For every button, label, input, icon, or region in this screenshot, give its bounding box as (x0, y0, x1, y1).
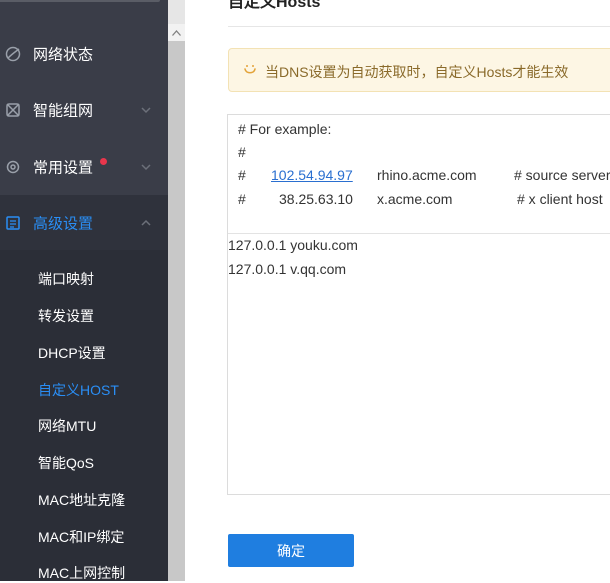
title-divider (228, 26, 610, 27)
example-line: # (238, 144, 246, 160)
chevron-down-icon (141, 164, 151, 171)
example-hash: # (238, 191, 246, 207)
example-comment: # source server (514, 167, 610, 183)
submenu-item-custom-host[interactable]: 自定义HOST (38, 380, 119, 400)
hosts-entry: 127.0.0.1 youku.com (228, 237, 358, 253)
notification-dot (100, 158, 107, 165)
triangle-up-icon (172, 29, 181, 36)
example-line: # For example: (238, 121, 332, 137)
advanced-submenu: 端口映射 转发设置 DHCP设置 自定义HOST 网络MTU 智能QoS MAC… (0, 250, 168, 581)
gear-icon (6, 160, 20, 174)
mesh-icon (6, 103, 20, 117)
menu-item-advanced-settings[interactable]: 高级设置 (0, 195, 168, 251)
globe-icon (5, 46, 21, 62)
example-hash: # (238, 167, 246, 183)
submenu-item-mtu[interactable]: 网络MTU (38, 416, 96, 436)
submenu-item-qos[interactable]: 智能QoS (38, 453, 94, 473)
submenu-item-port-mapping[interactable]: 端口映射 (38, 269, 94, 289)
scroll-up-button[interactable] (168, 24, 185, 41)
menu-item-smart-network[interactable]: 智能组网 (0, 82, 168, 138)
example-host: rhino.acme.com (377, 167, 477, 183)
hosts-editor[interactable]: # For example: # # 102.54.94.97 rhino.ac… (227, 114, 610, 495)
sidebar-top-strip (0, 0, 160, 2)
confirm-button[interactable]: 确定 (228, 534, 354, 567)
menu-item-common-settings[interactable]: 常用设置 (0, 139, 168, 195)
list-icon (6, 216, 20, 230)
scrollbar-thumb[interactable] (168, 41, 185, 581)
menu-item-label: 高级设置 (33, 215, 94, 233)
chevron-up-icon (141, 219, 151, 226)
hosts-entry: 127.0.0.1 v.qq.com (228, 261, 347, 277)
submenu-item-mac-access-control[interactable]: MAC上网控制 (38, 563, 125, 583)
menu-item-label: 常用设置 (33, 159, 94, 177)
page-title: 自定义Hosts (228, 0, 321, 11)
example-ip: 38.25.63.10 (279, 191, 353, 207)
chevron-down-icon (141, 107, 151, 114)
submenu-item-forwarding[interactable]: 转发设置 (38, 306, 94, 326)
menu-item-network-status[interactable]: 网络状态 (0, 26, 168, 82)
notice-text: 当DNS设置为自动获取时，自定义Hosts才能生效 (265, 64, 569, 80)
submenu-item-dhcp[interactable]: DHCP设置 (38, 343, 106, 363)
notice-banner: 当DNS设置为自动获取时，自定义Hosts才能生效 (228, 48, 610, 92)
sidebar: 网络状态 智能组网 常用设置 高级设置 端口映射 转发设置 DHCP设置 自定义… (0, 0, 168, 581)
example-host: x.acme.com (377, 191, 453, 207)
menu-item-label: 智能组网 (33, 102, 94, 120)
submenu-item-mac-clone[interactable]: MAC地址克隆 (38, 490, 125, 510)
menu-item-label: 网络状态 (33, 46, 94, 64)
submenu-item-mac-ip-binding[interactable]: MAC和IP绑定 (38, 527, 124, 547)
smile-icon (244, 65, 256, 74)
main-content: 自定义Hosts 当DNS设置为自动获取时，自定义Hosts才能生效 # For… (186, 0, 610, 581)
hosts-example: # For example: # # 102.54.94.97 rhino.ac… (228, 115, 610, 234)
example-ip-link[interactable]: 102.54.94.97 (271, 167, 353, 183)
example-comment: # x client host (517, 191, 603, 207)
